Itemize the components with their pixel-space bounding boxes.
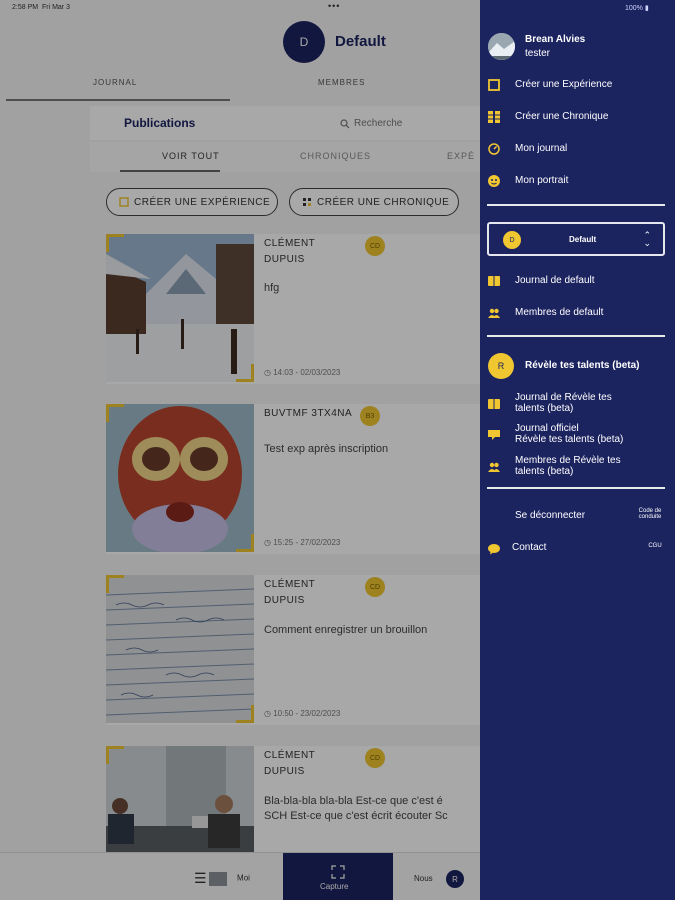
menu-label: Mon portrait xyxy=(515,175,569,186)
divider xyxy=(487,487,665,489)
logout-label: Se déconnecter xyxy=(515,510,586,521)
journal-icon xyxy=(488,143,500,155)
talent-group-avatar[interactable]: R xyxy=(488,353,514,379)
menu-default-journal[interactable]: Journal de default xyxy=(488,273,668,291)
cgu-link[interactable]: CGU xyxy=(645,543,665,549)
group-select-value: Default xyxy=(569,235,597,244)
menu-label: Créer une Chronique xyxy=(515,111,609,122)
battery-indicator: 100% ▮ xyxy=(625,5,649,12)
menu-label: Membres de default xyxy=(515,307,604,318)
menu-talent-journal[interactable]: Journal de Révèle tes talents (beta) xyxy=(488,392,668,414)
code-of-conduct-link[interactable]: Code de conduite xyxy=(630,508,670,520)
journal-book-icon xyxy=(488,399,500,409)
chevron-up-down-icon: ⌃ ⌄ xyxy=(643,230,651,248)
menu-label: Créer une Expérience xyxy=(515,79,613,90)
divider xyxy=(487,204,665,206)
drawer-backdrop[interactable] xyxy=(0,0,480,900)
talent-group-name[interactable]: Révèle tes talents (beta) xyxy=(525,360,640,371)
menu-default-members[interactable]: Membres de default xyxy=(488,305,668,323)
contact-label: Contact xyxy=(512,542,547,553)
user-role: tester xyxy=(525,48,551,59)
menu-label: Journal officiel Révèle tes talents (beta… xyxy=(515,423,624,445)
menu-create-experience[interactable]: Créer une Expérience xyxy=(488,77,668,95)
menu-my-journal[interactable]: Mon journal xyxy=(488,141,668,159)
menu-label: Membres de Révèle tes talents (beta) xyxy=(515,455,621,477)
side-drawer: 100% ▮ Brean Alvies tester Créer une Exp… xyxy=(480,0,675,900)
menu-label: Journal de default xyxy=(515,275,595,286)
menu-talent-members[interactable]: Membres de Révèle tes talents (beta) xyxy=(488,455,668,477)
group-select[interactable]: D Default ⌃ ⌄ xyxy=(487,222,665,256)
menu-create-chronicle[interactable]: Créer une Chronique xyxy=(488,109,668,127)
user-avatar[interactable] xyxy=(488,33,515,60)
divider xyxy=(487,335,665,337)
portrait-icon xyxy=(488,175,500,187)
chronicle-icon xyxy=(488,111,500,123)
group-select-avatar: D xyxy=(503,231,521,249)
menu-label: Mon journal xyxy=(515,143,568,154)
journal-book-icon xyxy=(488,276,500,286)
official-journal-icon xyxy=(488,430,500,440)
user-name: Brean Alvies xyxy=(525,34,586,45)
members-icon xyxy=(488,308,500,318)
contact-button[interactable]: Contact xyxy=(488,540,668,558)
chat-icon xyxy=(488,544,500,555)
menu-label: Journal de Révèle tes talents (beta) xyxy=(515,392,612,414)
menu-my-portrait[interactable]: Mon portrait xyxy=(488,173,668,191)
members-icon xyxy=(488,462,500,472)
experience-icon xyxy=(488,79,500,91)
menu-talent-official-journal[interactable]: Journal officiel Révèle tes talents (beta… xyxy=(488,423,668,445)
